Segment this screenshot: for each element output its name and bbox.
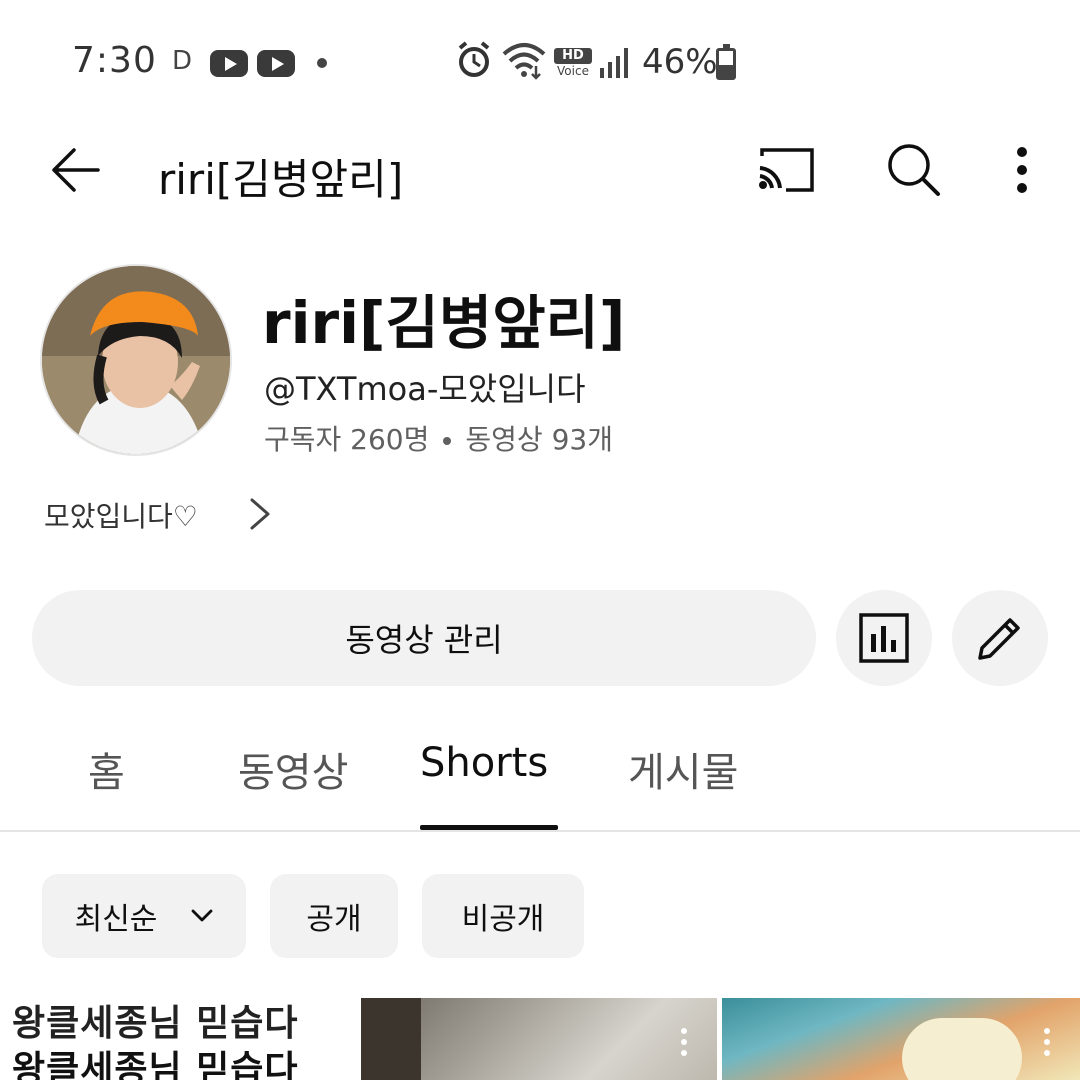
notification-dot-icon — [317, 58, 327, 68]
tab-home[interactable]: 홈 — [88, 740, 125, 798]
short-thumbnail[interactable] — [361, 998, 717, 1080]
short-overlay-text: 왕클세종님 믿습다 — [12, 1003, 299, 1044]
edit-channel-button[interactable] — [952, 590, 1048, 686]
short-image-detail — [361, 998, 421, 1080]
avatar-image — [42, 266, 230, 454]
battery-charging-icon — [716, 44, 736, 80]
edit-pencil-icon — [978, 618, 1020, 660]
signal-icon — [600, 48, 628, 78]
top-app-bar: riri[김병앞리] — [0, 120, 1080, 220]
channel-avatar[interactable] — [40, 264, 232, 456]
channel-tabs: 홈 동영상 Shorts 게시물 — [0, 730, 1080, 832]
short-thumbnail[interactable] — [722, 998, 1080, 1080]
battery-percent: 46% — [642, 42, 718, 82]
description-text: 모았입니다♡ — [44, 500, 198, 533]
status-bar: 7:30 D HD Voice 46% — [0, 0, 1080, 120]
filter-public-chip[interactable]: 공개 — [270, 874, 398, 958]
filter-private-chip[interactable]: 비공개 — [422, 874, 584, 958]
channel-handle: @TXTmoa-모았입니다 — [264, 370, 586, 408]
channel-name: riri[김병앞리] — [262, 289, 626, 357]
wifi-icon — [502, 43, 546, 80]
status-time: 7:30 — [72, 40, 157, 81]
analytics-button[interactable] — [836, 590, 932, 686]
chevron-right-icon[interactable] — [244, 496, 276, 532]
short-more-icon[interactable] — [681, 1028, 689, 1062]
video-count: 동영상 93개 — [465, 423, 613, 456]
active-tab-indicator — [420, 825, 558, 830]
back-arrow-icon[interactable] — [48, 142, 104, 198]
chevron-down-icon — [192, 909, 213, 922]
cast-icon[interactable] — [756, 142, 816, 198]
more-vert-icon[interactable] — [1000, 144, 1044, 196]
short-image-detail — [902, 1018, 1022, 1080]
sort-label: 최신순 — [74, 902, 158, 937]
app-bar-title: riri[김병앞리] — [158, 155, 404, 204]
tab-videos[interactable]: 동영상 — [238, 740, 348, 798]
short-overlay-text: 왕클세종님 믿습다 — [12, 1049, 299, 1080]
status-indicator: D — [172, 46, 193, 76]
short-thumbnail[interactable]: 왕클세종님 믿습다 왕클세종님 믿습다 — [0, 998, 356, 1080]
alarm-icon — [458, 41, 490, 77]
channel-description[interactable]: 모았입니다♡ — [44, 492, 198, 538]
tab-posts[interactable]: 게시물 — [628, 740, 738, 798]
voice-label: Voice — [557, 64, 589, 78]
short-more-icon[interactable] — [1044, 1028, 1052, 1062]
search-icon[interactable] — [884, 140, 942, 198]
tab-shorts[interactable]: Shorts — [420, 740, 548, 786]
channel-stats: 구독자 260명 동영상 93개 — [264, 418, 613, 458]
hd-label: HD — [554, 48, 592, 64]
sort-dropdown[interactable]: 최신순 — [42, 874, 246, 958]
analytics-icon — [859, 613, 909, 663]
youtube-icon — [257, 50, 295, 77]
hd-voice-icon: HD Voice — [554, 48, 592, 80]
subscriber-count: 구독자 260명 — [264, 423, 430, 456]
separator-dot — [443, 437, 452, 445]
manage-videos-button[interactable]: 동영상 관리 — [32, 590, 816, 686]
youtube-icon — [210, 50, 248, 77]
battery-level — [719, 65, 733, 77]
